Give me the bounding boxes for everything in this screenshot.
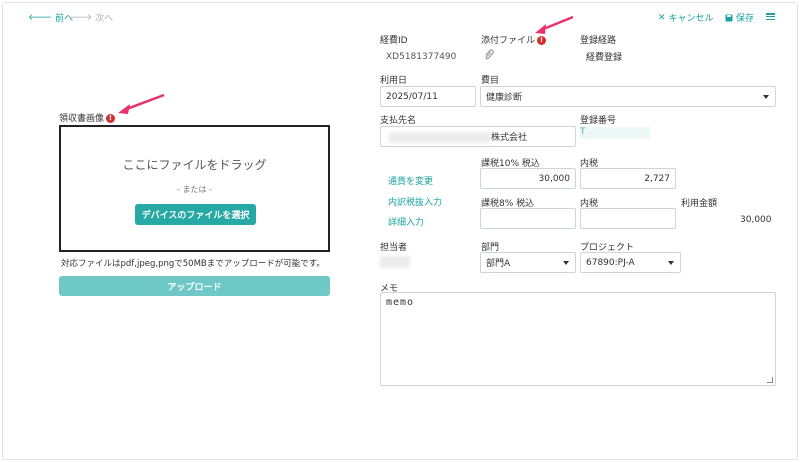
amount-label: 利用金額 [681,199,718,209]
regno-field[interactable]: T [580,127,650,139]
tax-breakdown-link[interactable]: 内訳税抜入力 [388,195,442,208]
route-value: 経費登録 [586,53,623,63]
redacted-text [389,132,491,143]
select-file-button[interactable]: デバイスのファイルを選択 [135,204,256,225]
redacted-person [380,256,410,268]
annotation-arrow [535,15,574,34]
date-label: 利用日 [380,76,408,86]
prev-button[interactable]: 🡐 前へ [28,11,73,24]
resize-handle-icon[interactable] [767,377,773,383]
arrow-right-icon: 🡒 [68,13,93,23]
category-select[interactable]: 健康診断 [480,86,776,107]
upload-button[interactable]: アップロード [59,276,330,296]
payee-input[interactable]: 株式会社 [380,126,576,147]
attachment-label: 添付ファイル! [481,33,547,46]
project-select[interactable]: 67890:PJ-A [580,252,681,273]
expense-id-label: 経費ID [380,36,408,46]
receipt-image-label: 領収書画像! [59,111,116,124]
cancel-button[interactable]: ✕ キャンセル [658,11,714,25]
tax10-input[interactable]: 30,000 [480,168,576,189]
change-currency-link[interactable]: 通貨を変更 [388,174,433,187]
next-button[interactable]: 🡒 次へ [68,11,113,24]
next-label: 次へ [95,14,114,24]
close-icon: ✕ [658,12,666,23]
hamburger-menu-icon[interactable] [766,13,775,20]
expense-id-value: XD5181377490 [386,52,457,62]
drop-zone-or: - または - [177,185,212,194]
file-drop-zone[interactable]: ここにファイルをドラッグ - または - デバイスのファイルを選択 [59,125,330,252]
included-tax8-input[interactable] [580,208,676,229]
chevron-down-icon [563,261,569,265]
date-input[interactable]: 2025/07/11 [380,86,476,107]
person-label: 担当者 [380,243,408,253]
detail-input-link[interactable]: 詳細入力 [388,215,424,228]
save-label: 保存 [736,14,755,24]
tax8-input[interactable] [480,208,576,229]
category-label: 費目 [481,76,500,86]
chevron-down-icon [668,261,674,265]
save-button[interactable]: 保存 [725,11,754,24]
paperclip-icon[interactable] [483,48,495,61]
error-icon: ! [537,36,547,45]
dept-select[interactable]: 部門A [480,252,576,273]
included-tax-input[interactable]: 2,727 [580,168,676,189]
error-icon: ! [106,114,116,123]
drop-zone-title: ここにファイルをドラッグ [122,158,267,172]
file-format-note: 対応ファイルはpdf,jpeg,pngで50MBまでアップロードが可能です。 [61,259,325,269]
cancel-label: キャンセル [668,14,714,24]
regno-label: 登録番号 [580,116,617,126]
payee-label: 支払先名 [380,116,417,126]
annotation-arrow [118,93,165,114]
amount-value: 30,000 [740,215,772,225]
arrow-left-icon: 🡐 [28,13,53,23]
memo-textarea[interactable]: memo [380,292,776,386]
save-icon [725,14,733,21]
route-label: 登録経路 [580,36,617,46]
chevron-down-icon [763,95,769,99]
